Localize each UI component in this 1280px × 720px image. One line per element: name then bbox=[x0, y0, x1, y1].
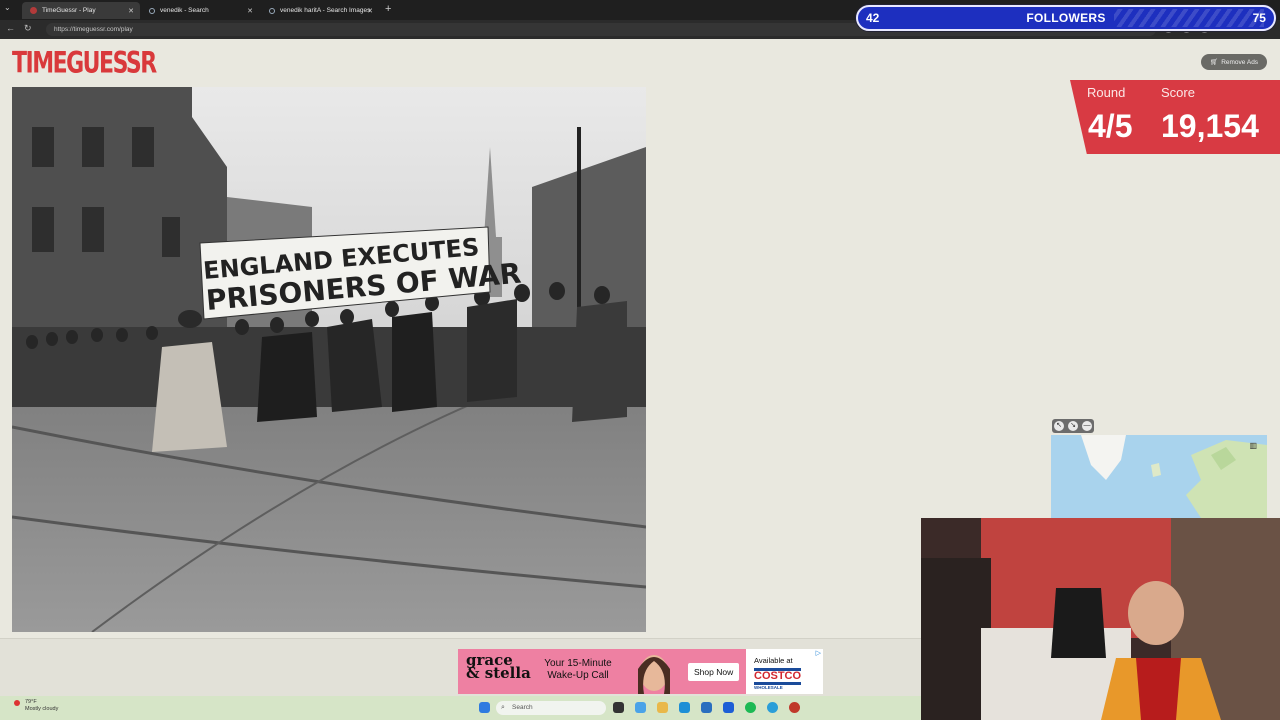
search-favicon-icon bbox=[269, 7, 275, 14]
spotify-icon[interactable] bbox=[745, 702, 756, 713]
task-view-icon[interactable] bbox=[613, 702, 624, 713]
remove-ads-label: Remove Ads bbox=[1221, 58, 1259, 66]
model-illustration bbox=[638, 655, 670, 694]
ad-brand-line2: & stella bbox=[466, 664, 531, 682]
followers-overlay: 42 FOLLOWERS 75 bbox=[856, 5, 1276, 31]
stripe-pattern bbox=[1114, 9, 1264, 27]
followers-count-right: 75 bbox=[1252, 11, 1266, 25]
timeguessr-favicon-icon bbox=[30, 7, 37, 14]
webcam-illustration bbox=[921, 518, 1280, 720]
pin-map-icon[interactable]: — bbox=[1082, 421, 1092, 431]
cart-icon: 🛒︎ bbox=[1209, 59, 1219, 66]
weather-widget[interactable]: 79°F Mostly cloudy bbox=[14, 699, 58, 713]
windows-taskbar: 79°F Mostly cloudy ⌕ Search bbox=[0, 696, 921, 720]
weather-condition: Mostly cloudy bbox=[25, 706, 59, 712]
ad-retailer: Available at COSTCO WHOLESALE bbox=[746, 649, 823, 694]
photo-illustration: ENGLAND EXECUTES PRISONERS OF WAR bbox=[12, 87, 646, 632]
tab-title: TimeGuessr - Play bbox=[42, 7, 96, 14]
app-icon[interactable] bbox=[789, 702, 800, 713]
start-menu-icon[interactable] bbox=[479, 702, 490, 713]
score-label: Score bbox=[1161, 85, 1195, 100]
ad-model-image bbox=[620, 649, 688, 694]
telegram-icon[interactable] bbox=[767, 702, 778, 713]
search-placeholder: Search bbox=[512, 704, 533, 711]
map-illustration bbox=[1081, 435, 1267, 518]
temperature: 79°F bbox=[25, 699, 37, 705]
tab-timeguessr[interactable]: TimeGuessr - Play ✕ bbox=[22, 2, 140, 19]
file-explorer-icon[interactable] bbox=[657, 702, 668, 713]
tab-list-chevron-icon[interactable]: ⌄ bbox=[4, 3, 11, 12]
close-tab-icon[interactable]: ✕ bbox=[128, 7, 134, 15]
tab-venedik-images[interactable]: venedik haritA - Search Images ✕ bbox=[261, 2, 379, 19]
score-panel: Round Score 4/5 19,154 bbox=[1070, 80, 1280, 154]
advertisement-banner[interactable]: grace & stella Your 15-Minute Wake-Up Ca… bbox=[458, 649, 823, 694]
ad-tagline: Your 15-Minute Wake-Up Call bbox=[536, 649, 620, 694]
outlook-icon[interactable] bbox=[701, 702, 712, 713]
back-arrow-icon[interactable]: ← bbox=[6, 23, 15, 33]
tab-title: venedik haritA - Search Images bbox=[280, 7, 371, 14]
map-toolbar: ↖ ↘ — bbox=[1052, 419, 1094, 433]
guess-map[interactable]: ▥ bbox=[1051, 435, 1267, 518]
new-tab-icon[interactable]: + bbox=[385, 3, 391, 15]
round-value: 4/5 bbox=[1088, 108, 1133, 144]
followers-label: FOLLOWERS bbox=[1026, 11, 1106, 25]
score-value: 19,154 bbox=[1161, 108, 1259, 144]
streamer-webcam bbox=[921, 518, 1280, 720]
edge-browser-icon[interactable] bbox=[679, 702, 690, 713]
round-label: Round bbox=[1087, 85, 1126, 100]
search-favicon-icon bbox=[149, 7, 155, 14]
close-tab-icon[interactable]: ✕ bbox=[247, 7, 253, 15]
map-layers-icon[interactable]: ▥ bbox=[1249, 441, 1257, 450]
search-icon: ⌕ bbox=[501, 704, 505, 711]
close-tab-icon[interactable]: ✕ bbox=[367, 7, 373, 15]
ad-brand: grace & stella bbox=[458, 649, 536, 694]
remove-ads-button[interactable]: 🛒︎ Remove Ads bbox=[1201, 54, 1267, 70]
shrink-map-icon[interactable]: ↘ bbox=[1068, 421, 1078, 431]
copilot-icon[interactable] bbox=[635, 702, 646, 713]
ad-cta-wrap: Shop Now bbox=[688, 649, 746, 694]
historic-photo: ENGLAND EXECUTES PRISONERS OF WAR bbox=[12, 87, 646, 632]
ad-info-icon[interactable]: ▷ bbox=[816, 649, 821, 657]
available-at-label: Available at bbox=[754, 656, 793, 665]
shop-now-button[interactable]: Shop Now bbox=[688, 662, 740, 681]
weather-alert-icon bbox=[14, 700, 20, 706]
site-logo[interactable]: TIMEGUESSR bbox=[12, 47, 157, 81]
costco-wholesale-label: WHOLESALE bbox=[754, 685, 783, 690]
followers-count-left: 42 bbox=[866, 11, 880, 25]
expand-map-icon[interactable]: ↖ bbox=[1054, 421, 1064, 431]
tab-title: venedik - Search bbox=[160, 7, 209, 14]
reload-icon[interactable]: ↻ bbox=[24, 23, 32, 34]
costco-logo: COSTCO bbox=[754, 668, 802, 685]
tab-venedik-search[interactable]: venedik - Search ✕ bbox=[141, 2, 259, 19]
dropbox-icon[interactable] bbox=[723, 702, 734, 713]
taskbar-search-input[interactable]: ⌕ Search bbox=[496, 701, 606, 715]
